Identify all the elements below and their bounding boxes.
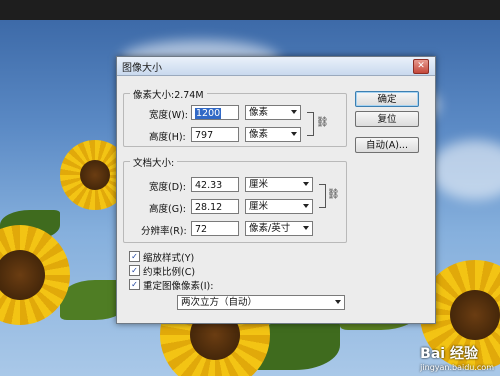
reset-button[interactable]: 复位	[355, 111, 419, 127]
pixel-height-input[interactable]: 797	[191, 127, 239, 142]
sunflower-center	[80, 160, 110, 190]
link-bracket	[307, 112, 314, 136]
pixel-height-unit-select[interactable]: 像素	[245, 127, 301, 142]
resolution-unit-select[interactable]: 像素/英寸	[245, 221, 313, 236]
auto-button[interactable]: 自动(A)...	[355, 137, 419, 153]
scale-styles-checkbox[interactable]: ✓	[129, 251, 140, 262]
resolution-label: 分辨率(R):	[141, 226, 187, 237]
doc-height-label: 高度(G):	[149, 204, 186, 215]
chevron-down-icon	[303, 226, 309, 230]
chevron-down-icon	[335, 300, 341, 304]
constrain-proportions-label: 约束比例(C)	[143, 267, 196, 278]
doc-height-input[interactable]: 28.12	[191, 199, 239, 214]
dialog-title: 图像大小	[122, 63, 162, 74]
chevron-down-icon	[303, 182, 309, 186]
chain-link-icon: ⛓	[327, 189, 340, 200]
link-bracket	[319, 184, 326, 208]
watermark-url: jingyan.baidu.com	[420, 363, 494, 372]
pixel-width-input[interactable]: 1200	[191, 105, 239, 120]
resolution-input[interactable]: 72	[191, 221, 239, 236]
doc-width-input[interactable]: 42.33	[191, 177, 239, 192]
image-size-dialog: 图像大小 ✕ 像素大小:2.74M 宽度(W): 1200 像素 高度(H): …	[116, 56, 436, 324]
close-button[interactable]: ✕	[413, 59, 429, 74]
top-dark-strip	[0, 0, 500, 20]
pixel-width-label: 宽度(W):	[149, 110, 189, 121]
doc-height-unit-select[interactable]: 厘米	[245, 199, 313, 214]
doc-width-unit-select[interactable]: 厘米	[245, 177, 313, 192]
doc-width-label: 宽度(D):	[149, 182, 186, 193]
chevron-down-icon	[291, 132, 297, 136]
scale-styles-label: 缩放样式(Y)	[143, 253, 195, 264]
chain-link-icon: ⛓	[316, 117, 329, 128]
chevron-down-icon	[303, 204, 309, 208]
baidu-watermark: Bai 经验 jingyan.baidu.com	[420, 343, 494, 372]
ok-button[interactable]: 确定	[355, 91, 419, 107]
pixel-height-label: 高度(H):	[149, 132, 186, 143]
resample-label: 重定图像像素(I):	[143, 281, 214, 292]
pixel-dimensions-label: 像素大小:2.74M	[130, 87, 207, 101]
constrain-proportions-checkbox[interactable]: ✓	[129, 265, 140, 276]
sunflower-center	[450, 290, 500, 340]
watermark-title: Bai 经验	[420, 346, 478, 362]
pixel-width-unit-select[interactable]: 像素	[245, 105, 301, 120]
cloud	[430, 140, 500, 200]
resample-checkbox[interactable]: ✓	[129, 279, 140, 290]
chevron-down-icon	[291, 110, 297, 114]
dialog-titlebar[interactable]: 图像大小 ✕	[117, 57, 435, 76]
document-size-label: 文档大小:	[130, 155, 178, 169]
resample-method-select[interactable]: 两次立方（自动）	[177, 295, 345, 310]
